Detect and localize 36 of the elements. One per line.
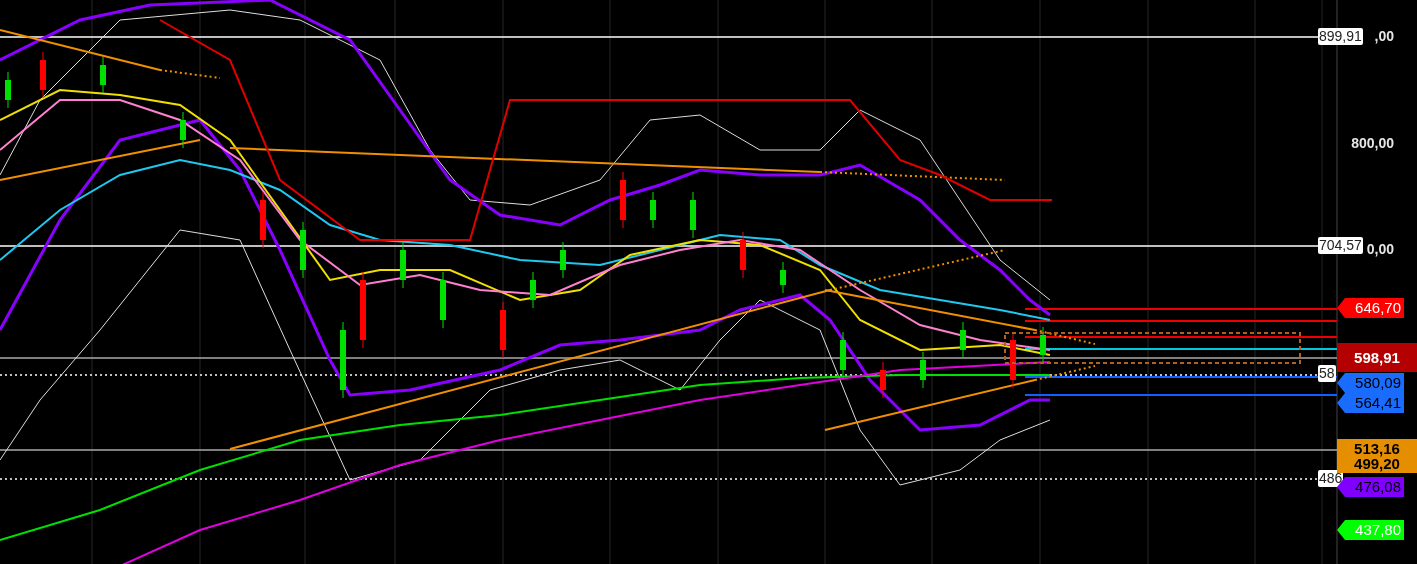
price-axis-label: 800,00 (1351, 134, 1394, 152)
candlestick (1010, 331, 1016, 389)
candlestick (740, 231, 746, 279)
candlestick (1040, 326, 1046, 364)
price-tag-value: 646,70 (1355, 299, 1401, 317)
candlestick (920, 351, 926, 389)
price-level-label: 704,57 (1318, 237, 1363, 254)
candlestick (300, 221, 306, 279)
candlestick (100, 56, 106, 94)
price-level-label: 899,91 (1318, 28, 1363, 45)
candlestick (620, 171, 626, 229)
price-tag-value: 499,20 (1354, 456, 1400, 471)
price-tag-value: 580,09 (1355, 374, 1401, 392)
candlestick (400, 241, 406, 289)
price-tag-value: 598,91 (1354, 350, 1400, 365)
price-level-label: 58 (1318, 365, 1336, 382)
price-tag-value: 513,16 (1354, 441, 1400, 456)
candlestick (500, 301, 506, 359)
candlestick (560, 241, 566, 279)
candlestick (880, 361, 886, 399)
price-axis-label: 0,00 (1366, 240, 1394, 258)
candlestick (180, 111, 186, 149)
candlestick (780, 261, 786, 294)
price-tag-value: 476,08 (1355, 478, 1401, 496)
candlestick (690, 191, 696, 239)
candlestick (5, 71, 11, 109)
price-axis-label: ,00 (1374, 27, 1394, 45)
candlestick (650, 191, 656, 229)
price-tag-value: 564,41 (1355, 394, 1401, 412)
candlestick (840, 331, 846, 379)
candlestick (260, 191, 266, 249)
candlestick (530, 271, 536, 309)
candlestick (440, 271, 446, 329)
candlestick (960, 321, 966, 359)
price-tag-value: 437,80 (1355, 521, 1401, 539)
candlestick (40, 51, 46, 99)
